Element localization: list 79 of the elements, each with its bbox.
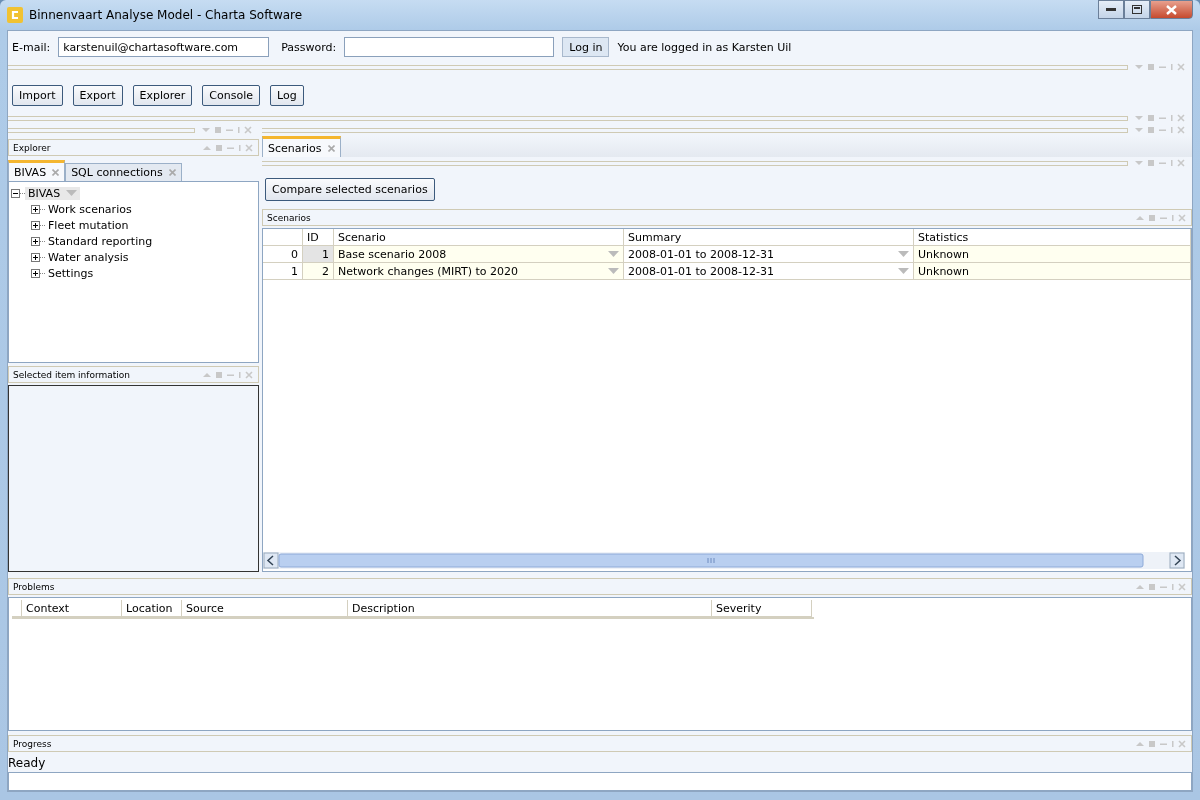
close-icon[interactable]: [168, 169, 176, 176]
pane-controls-icon[interactable]: [1134, 126, 1186, 134]
pane-controls-icon[interactable]: [1134, 114, 1186, 122]
dropdown-cell[interactable]: 2008-01-01 to 2008-12-31: [624, 263, 914, 280]
table-cell: 1: [303, 246, 334, 263]
close-button[interactable]: [1150, 0, 1193, 19]
column-header[interactable]: Context: [22, 600, 122, 617]
pane-controls-icon[interactable]: [201, 126, 253, 134]
close-icon[interactable]: [327, 144, 335, 152]
column-header[interactable]: Location: [122, 600, 182, 617]
password-field[interactable]: [344, 37, 555, 57]
tab[interactable]: BIVAS: [8, 160, 66, 181]
tree-item[interactable]: BIVAS: [25, 186, 81, 200]
document-tab[interactable]: Scenarios: [262, 136, 341, 157]
tree-item[interactable]: Work scenarios: [45, 202, 135, 216]
pane-controls-icon[interactable]: [202, 370, 254, 379]
toolbar-button[interactable]: Export: [72, 85, 123, 106]
collapse-icon[interactable]: [11, 188, 20, 198]
caret-icon[interactable]: [66, 190, 78, 196]
pane-title: Progress: [13, 738, 53, 749]
caret-icon[interactable]: [608, 268, 619, 274]
column-header[interactable]: Scenario: [334, 229, 624, 246]
tree-item[interactable]: Standard reporting: [45, 234, 156, 248]
dropdown-cell[interactable]: Base scenario 2008: [334, 246, 624, 263]
tree-item[interactable]: Fleet mutation: [45, 218, 132, 232]
column-header[interactable]: Severity: [712, 600, 812, 617]
pane-controls-icon[interactable]: [1135, 213, 1187, 222]
toolbar-button[interactable]: Import: [12, 85, 63, 106]
pane-title: Selected item information: [13, 369, 131, 380]
status-text: Ready: [8, 755, 47, 772]
maximize-icon: [1132, 5, 1142, 14]
column-header[interactable]: Description: [348, 600, 712, 617]
caret-icon[interactable]: [898, 268, 909, 274]
expand-icon[interactable]: [31, 204, 40, 214]
column-header[interactable]: ID: [303, 229, 334, 246]
tree-item[interactable]: Settings: [45, 266, 97, 280]
pane-controls-icon[interactable]: [202, 143, 254, 152]
maximize-button[interactable]: [1124, 0, 1150, 19]
login-status: You are logged in as Karsten Uil: [617, 40, 792, 54]
table-cell: 2: [303, 263, 334, 280]
row-header[interactable]: 1: [263, 263, 303, 280]
column-header[interactable]: Source: [182, 600, 348, 617]
dropdown-cell[interactable]: Network changes (MIRT) to 2020: [334, 263, 624, 280]
pane-title: Explorer: [13, 142, 52, 153]
pane-controls-icon[interactable]: [1135, 582, 1187, 591]
password-label: Password:: [281, 40, 337, 54]
pane-title: Scenarios: [267, 212, 312, 223]
tab[interactable]: SQL connections: [65, 163, 182, 181]
horizontal-scrollbar[interactable]: [263, 552, 1185, 569]
minimize-icon: [1106, 7, 1116, 12]
pane-controls-icon[interactable]: [1134, 63, 1186, 71]
email-field[interactable]: karstenuil@chartasoftware.com: [58, 37, 270, 57]
toolbar-button[interactable]: Log: [270, 85, 304, 106]
expand-icon[interactable]: [31, 236, 40, 246]
email-label: E-mail:: [12, 40, 51, 54]
dropdown-cell[interactable]: 2008-01-01 to 2008-12-31: [624, 246, 914, 263]
column-header[interactable]: Summary: [624, 229, 914, 246]
caret-icon[interactable]: [608, 251, 619, 257]
pane-title: Problems: [13, 581, 56, 592]
minimize-button[interactable]: [1098, 0, 1124, 19]
login-button[interactable]: Log in: [562, 37, 610, 57]
column-header[interactable]: Statistics: [914, 229, 1191, 246]
pane-controls-icon[interactable]: [1134, 159, 1186, 167]
close-icon: [1166, 4, 1177, 15]
expand-icon[interactable]: [31, 252, 40, 262]
close-icon[interactable]: [52, 168, 60, 176]
table-cell: Unknown: [914, 263, 1191, 280]
tree-item[interactable]: Water analysis: [45, 250, 132, 264]
expand-icon[interactable]: [31, 268, 40, 278]
table-cell: Unknown: [914, 246, 1191, 263]
window-title: Binnenvaart Analyse Model - Charta Software: [29, 8, 304, 22]
caret-icon[interactable]: [898, 251, 909, 257]
toolbar-button[interactable]: Explorer: [132, 85, 193, 106]
toolbar-button[interactable]: Console: [202, 85, 260, 106]
compare-button[interactable]: Compare selected scenarios: [265, 178, 435, 201]
expand-icon[interactable]: [31, 220, 40, 230]
pane-controls-icon[interactable]: [1135, 739, 1187, 748]
row-header[interactable]: 0: [263, 246, 303, 263]
app-logo-icon: [7, 7, 23, 23]
